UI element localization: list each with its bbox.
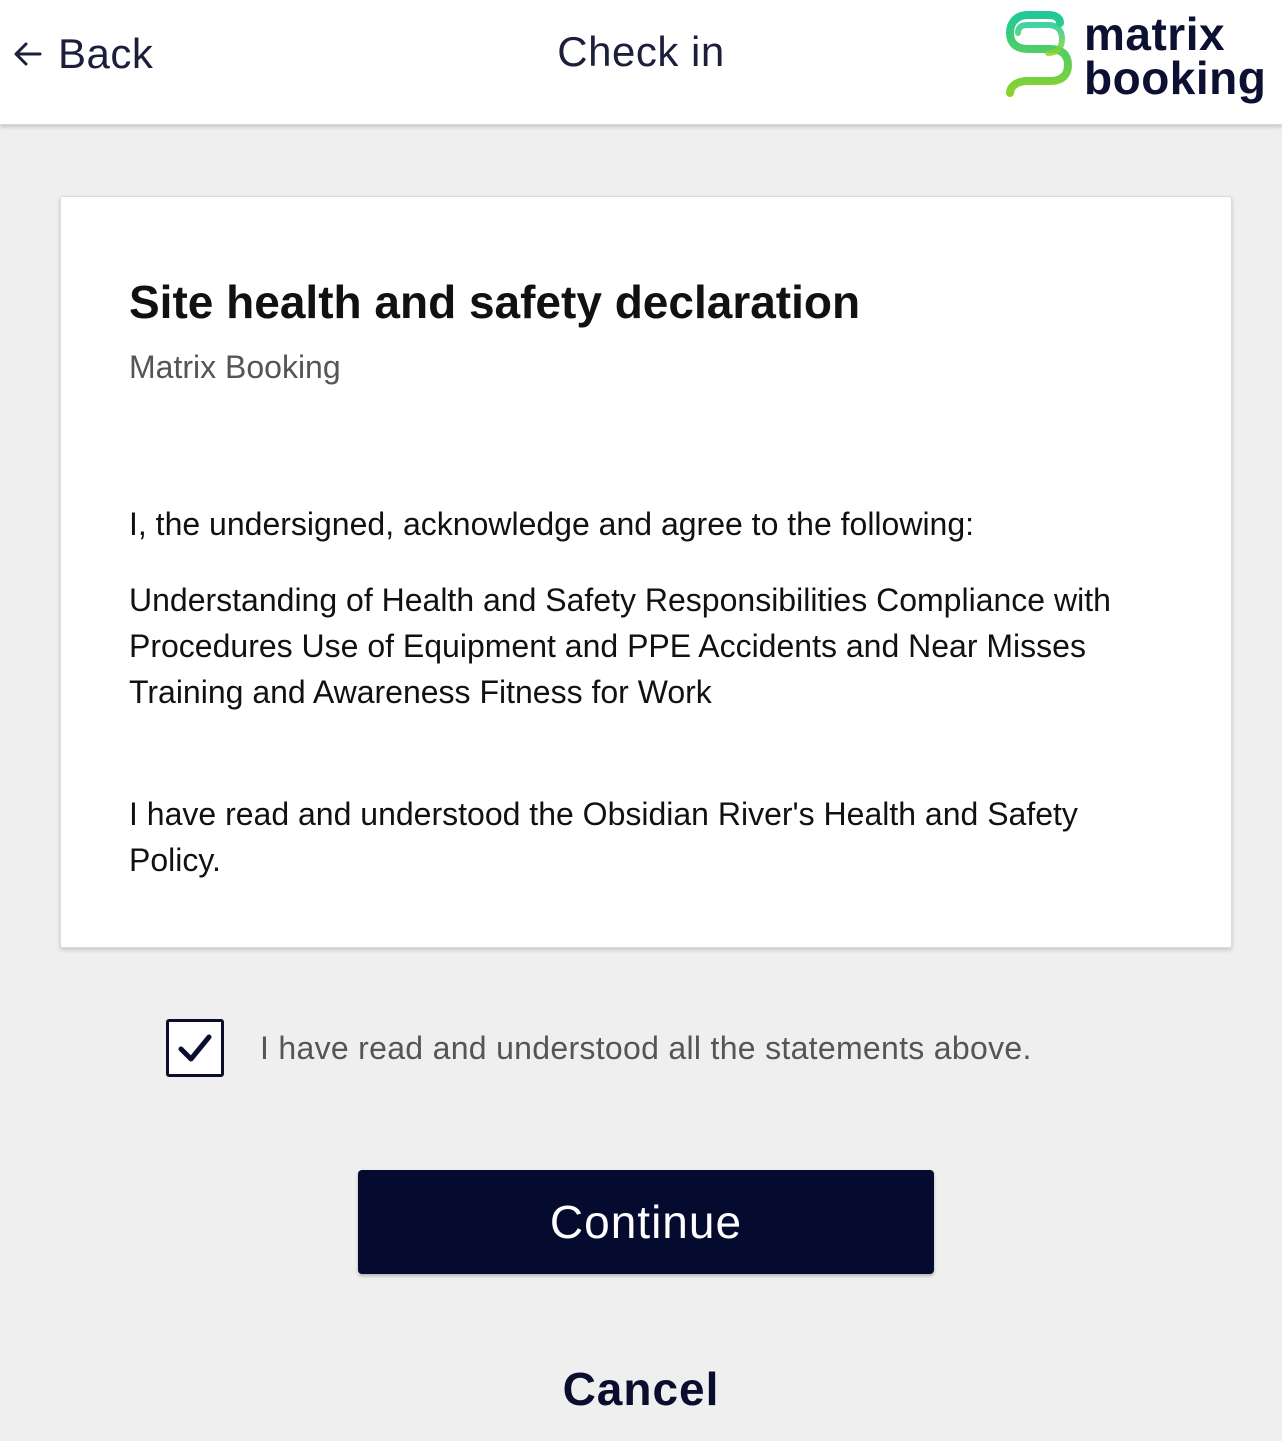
acknowledge-checkbox[interactable] [166,1019,224,1077]
acknowledge-label: I have read and understood all the state… [260,1029,1032,1066]
top-app-bar: Back Check in matrix booking [0,0,1282,125]
declaration-responsibilities: Understanding of Health and Safety Respo… [129,582,1111,710]
logo-wordmark: matrix booking [1084,8,1267,104]
logo-text-booking: booking [1084,52,1267,104]
continue-button[interactable]: Continue [358,1170,934,1274]
arrow-left-icon [14,42,42,66]
declaration-card: Site health and safety declaration Matri… [60,196,1232,948]
matrix-booking-logo-mark-icon [1005,11,1073,97]
cancel-button[interactable]: Cancel [0,1362,1282,1416]
back-label: Back [58,30,154,77]
declaration-title: Site health and safety declaration [129,276,861,328]
checkmark-icon [178,1034,212,1062]
matrix-booking-logo: matrix booking [1004,8,1274,104]
acknowledge-row: I have read and understood all the state… [166,1019,1032,1077]
logo-text-matrix: matrix [1084,8,1226,60]
declaration-policy-statement: I have read and understood the Obsidian … [129,796,1078,878]
declaration-intro: I, the undersigned, acknowledge and agre… [129,506,975,542]
declaration-subtitle: Matrix Booking [129,349,341,385]
back-button[interactable]: Back [12,28,153,80]
